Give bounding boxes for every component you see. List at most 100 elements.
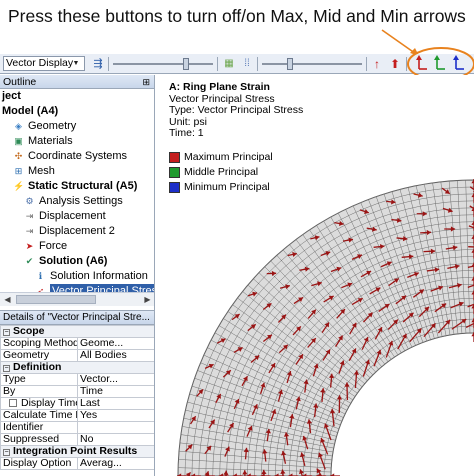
display-time-checkbox[interactable] <box>9 399 17 407</box>
result-time: Time: 1 <box>169 127 204 139</box>
group-label: Scope <box>13 325 45 337</box>
details-group-header[interactable]: − Scope <box>0 325 154 338</box>
solution-information-icon: ℹ <box>38 271 43 281</box>
details-key: Identifier <box>0 421 78 434</box>
details-table: − Scope Scoping Method Geome... Geometry All … <box>0 325 154 470</box>
collapse-icon[interactable]: − <box>3 449 10 456</box>
max-principal-toggle-icon[interactable] <box>416 55 427 70</box>
details-value[interactable]: No <box>77 433 154 446</box>
legend-label: Middle Principal <box>184 166 259 178</box>
details-key: Scoping Method <box>0 337 78 350</box>
details-key-text: Suppressed <box>3 433 60 445</box>
outline-panel: Outline ⊞ ject Model (A4) ◈ Geometry ▣ Materi… <box>0 75 155 310</box>
details-row[interactable]: By Time <box>0 385 154 398</box>
pin-icon[interactable]: ⊞ <box>142 75 150 89</box>
legend-label: Minimum Principal <box>184 181 270 193</box>
tree-item[interactable]: ⇥ Displacement <box>0 209 154 224</box>
line-form-arrow-icon[interactable]: ↑ <box>369 56 385 72</box>
tree-item-label: ject <box>2 90 21 102</box>
element-display-icon[interactable]: ⁞⁞ <box>239 56 255 72</box>
vector-density-slider[interactable] <box>262 63 362 65</box>
solid-form-arrow-icon[interactable]: ⬆ <box>387 56 403 72</box>
vector-density-slider-knob[interactable] <box>287 58 293 70</box>
tree-item[interactable]: ⚡ Static Structural (A5) <box>0 179 154 194</box>
details-group-header[interactable]: − Integration Point Results <box>0 445 154 458</box>
details-row[interactable]: Calculate Time HistoryYes <box>0 409 154 422</box>
details-row[interactable]: Type Vector... <box>0 373 154 386</box>
materials-icon: ▣ <box>14 136 23 146</box>
details-row[interactable]: Identifier <box>0 421 154 434</box>
tree-item[interactable]: ✣ Coordinate Systems <box>0 149 154 164</box>
chevron-down-icon[interactable]: ▼ <box>70 57 82 70</box>
details-value[interactable]: Yes <box>77 409 154 422</box>
annotation-callout: Press these buttons to turn off/on Max, … <box>0 0 474 57</box>
mesh-icon: ⊞ <box>14 166 23 176</box>
details-value[interactable] <box>77 421 154 434</box>
details-row[interactable]: Scoping Method Geome... <box>0 337 154 350</box>
details-key-text: Identifier <box>3 421 44 433</box>
tree-item-label: Model (A4) <box>2 105 59 117</box>
outline-title-text: Outline <box>3 76 37 88</box>
align-vectors-icon[interactable]: ⇶ <box>90 56 106 72</box>
group-label: Definition <box>13 361 62 373</box>
min-principal-toggle-icon[interactable] <box>453 55 464 70</box>
collapse-icon[interactable]: − <box>3 365 10 372</box>
principal-arrow-toggles <box>416 55 464 70</box>
details-row[interactable]: Display Option Averag... <box>0 457 154 470</box>
details-value[interactable]: Last <box>77 397 154 410</box>
geometry-icon: ◈ <box>15 121 22 131</box>
details-key-text: Type <box>3 373 26 385</box>
legend-label: Maximum Principal <box>184 151 273 163</box>
tree-item[interactable]: ject <box>0 89 154 104</box>
tree-item-label: Static Structural (A5) <box>28 180 138 192</box>
legend-swatch <box>169 167 180 178</box>
static-structural-icon: ⚡ <box>13 181 25 191</box>
displacement-icon: ⇥ <box>25 226 34 236</box>
mid-principal-toggle-icon[interactable] <box>434 55 445 70</box>
vector-length-slider-knob[interactable] <box>183 58 189 70</box>
result-type: Type: Vector Principal Stress <box>169 104 304 116</box>
details-key-text: Display Time <box>21 397 78 409</box>
tree-item[interactable]: ▣ Materials <box>0 134 154 149</box>
tree-item-label: Coordinate Systems <box>28 150 128 162</box>
tree-item[interactable]: ◈ Geometry <box>0 119 154 134</box>
analysis-settings-icon: ⚙ <box>25 196 34 206</box>
collapse-icon[interactable]: − <box>3 329 10 336</box>
details-value[interactable]: Time <box>77 385 154 398</box>
scroll-left-icon[interactable]: ◀ <box>2 294 13 305</box>
outline-horizontal-scrollbar[interactable]: ◀ ▶ <box>0 292 154 306</box>
tree-item[interactable]: ✔ Solution (A6) <box>0 254 154 269</box>
tree-item-label: Force <box>39 240 68 252</box>
tree-item-label: Solution (A6) <box>39 255 108 267</box>
details-value[interactable]: Geome... <box>77 337 154 350</box>
tree-item[interactable]: ➤ Force <box>0 239 154 254</box>
details-value[interactable]: All Bodies <box>77 349 154 362</box>
tree-item[interactable]: Model (A4) <box>0 104 154 119</box>
details-row[interactable]: Geometry All Bodies <box>0 349 154 362</box>
outline-tree: ject Model (A4) ◈ Geometry ▣ Materials ✣ Coordi… <box>0 89 154 299</box>
vector-length-slider[interactable] <box>113 63 213 65</box>
graphics-viewport[interactable]: A: Ring Plane Strain Vector Principal St… <box>156 75 474 476</box>
details-key: Suppressed <box>0 433 78 446</box>
details-row[interactable]: Suppressed No <box>0 433 154 446</box>
scrollbar-thumb[interactable] <box>16 295 96 304</box>
tree-item[interactable]: ℹ Solution Information <box>0 269 154 284</box>
tree-item[interactable]: ⊞ Mesh <box>0 164 154 179</box>
details-row[interactable]: Display Time Last <box>0 397 154 410</box>
grid-display-icon[interactable]: ▦ <box>221 56 237 72</box>
details-key-text: Geometry <box>3 349 50 361</box>
force-icon: ➤ <box>25 241 34 251</box>
scroll-right-icon[interactable]: ▶ <box>142 294 153 305</box>
tree-item[interactable]: ⚙ Analysis Settings <box>0 194 154 209</box>
tree-item-label: Materials <box>28 135 73 147</box>
details-key-text: By <box>3 385 16 397</box>
tree-item[interactable]: ⇥ Displacement 2 <box>0 224 154 239</box>
coordinate-systems-icon: ✣ <box>14 151 23 161</box>
details-value[interactable]: Vector... <box>77 373 154 386</box>
details-value[interactable]: Averag... <box>77 457 154 470</box>
displacement-icon: ⇥ <box>25 211 34 221</box>
tree-item-label: Displacement <box>39 210 106 222</box>
tree-item-label: Solution Information <box>50 270 148 282</box>
result-info: A: Ring Plane Strain Vector Principal St… <box>169 81 304 140</box>
details-group-header[interactable]: − Definition <box>0 361 154 374</box>
